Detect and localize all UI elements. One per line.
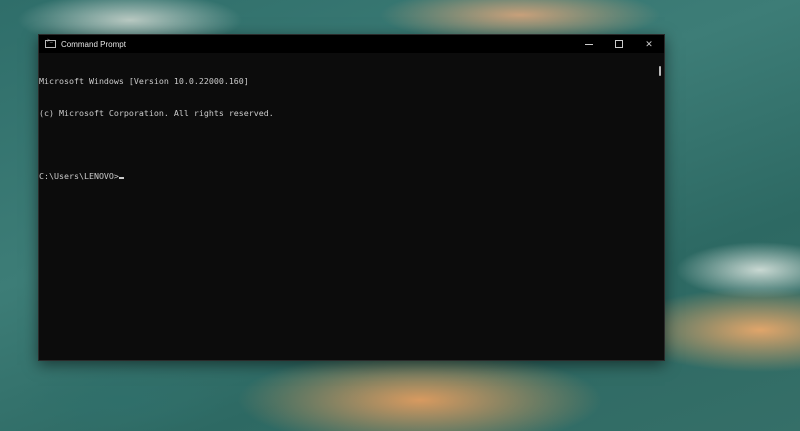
command-prompt: C:\Users\LENOVO> (39, 170, 119, 181)
text-cursor (118, 177, 124, 179)
window-title: Command Prompt (61, 39, 126, 49)
minimize-icon (585, 43, 593, 45)
console-output[interactable]: Microsoft Windows [Version 10.0.22000.16… (39, 53, 664, 202)
title-bar[interactable]: Command Prompt ✕ (39, 35, 664, 53)
close-icon: ✕ (645, 38, 653, 49)
cmd-app-icon (45, 38, 56, 48)
close-button[interactable]: ✕ (634, 35, 664, 53)
maximize-button[interactable] (604, 35, 634, 53)
console-line: Microsoft Windows [Version 10.0.22000.16… (39, 76, 249, 86)
maximize-icon (615, 40, 623, 48)
minimize-button[interactable] (574, 35, 604, 53)
scrollbar-thumb[interactable] (659, 66, 661, 76)
command-prompt-window: Command Prompt ✕ Microsoft Windows [Vers… (38, 34, 665, 361)
console-line: (c) Microsoft Corporation. All rights re… (39, 107, 274, 118)
